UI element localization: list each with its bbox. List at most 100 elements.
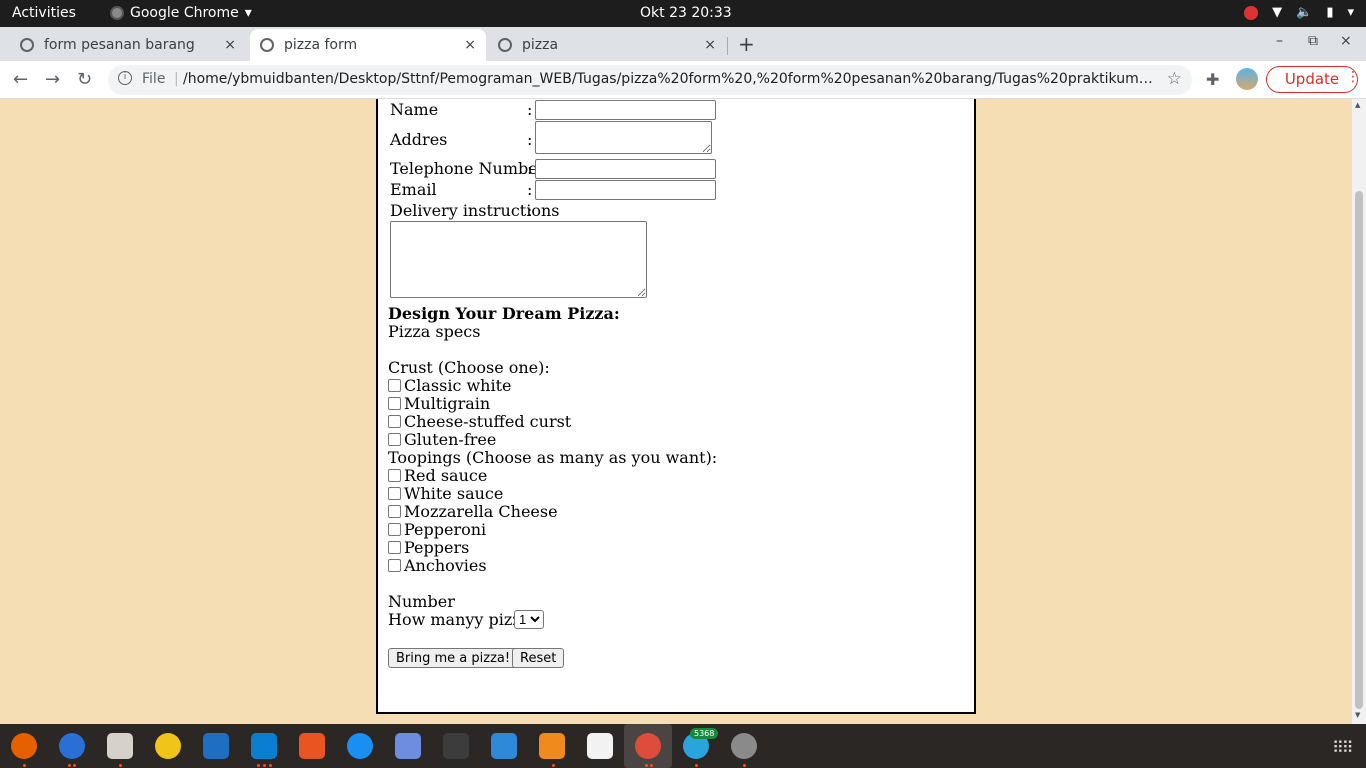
vscode-icon[interactable]: [251, 733, 277, 759]
app-name: Google Chrome: [130, 5, 239, 21]
checkbox[interactable]: [388, 487, 401, 500]
checkbox[interactable]: [388, 433, 401, 446]
topping-option-anchovies[interactable]: Anchovies: [388, 556, 487, 575]
thunderbird-icon[interactable]: [59, 733, 85, 759]
chrome-icon: [110, 6, 124, 20]
topping-option-white-sauce[interactable]: White sauce: [388, 484, 503, 503]
rhythmbox-icon[interactable]: [155, 733, 181, 759]
email-input[interactable]: [535, 180, 716, 200]
update-button[interactable]: Update: [1266, 66, 1358, 93]
tab-label: pizza form: [284, 37, 358, 53]
system-tray[interactable]: ▼ 🔈 ▮ ▾: [1244, 5, 1354, 20]
caret-down-icon[interactable]: ▾: [1347, 5, 1354, 20]
reset-button[interactable]: Reset: [512, 648, 565, 668]
files-icon[interactable]: [107, 733, 133, 759]
checkbox[interactable]: [388, 541, 401, 554]
telephone-input[interactable]: [535, 159, 716, 179]
tab-pizza[interactable]: pizza ×: [488, 29, 726, 61]
topping-option-peppers[interactable]: Peppers: [388, 538, 469, 557]
checkbox[interactable]: [388, 469, 401, 482]
tab-label: pizza: [522, 37, 559, 53]
running-indicator: [695, 764, 698, 767]
writer-icon[interactable]: [203, 733, 229, 759]
screenshot-icon[interactable]: [395, 733, 421, 759]
back-button[interactable]: ←: [13, 69, 28, 90]
activities-button[interactable]: Activities: [12, 5, 76, 21]
name-label: Name: [390, 100, 439, 119]
address-bar[interactable]: i File | /home/ybmuidbanten/Desktop/Sttn…: [108, 65, 1192, 95]
caret-down-icon: ▾: [244, 5, 252, 21]
globe-icon: [20, 38, 34, 52]
running-indicator: [743, 764, 746, 767]
kebab-menu-icon[interactable]: ⋮: [1346, 69, 1360, 85]
address-textarea[interactable]: [535, 121, 712, 154]
checkbox[interactable]: [388, 397, 401, 410]
checkbox[interactable]: [388, 505, 401, 518]
topping-option-red-sauce[interactable]: Red sauce: [388, 466, 487, 485]
topping-option-mozzarella[interactable]: Mozzarella Cheese: [388, 502, 558, 521]
bookmark-star-icon[interactable]: ☆: [1167, 69, 1182, 89]
crust-option-gluten-free[interactable]: Gluten-free: [388, 430, 496, 449]
page-scrollbar[interactable]: ▲ ▼: [1352, 99, 1366, 724]
checkbox[interactable]: [388, 559, 401, 572]
profile-avatar[interactable]: [1236, 68, 1258, 90]
volume-icon[interactable]: 🔈: [1296, 5, 1312, 20]
info-icon[interactable]: i: [118, 71, 132, 85]
window-close-button[interactable]: ×: [1340, 33, 1352, 49]
checkbox[interactable]: [388, 523, 401, 536]
tab-form-pesanan[interactable]: form pesanan barang ×: [10, 29, 246, 61]
number-heading: Number: [388, 592, 455, 611]
tab-pizza-form[interactable]: pizza form ×: [250, 29, 486, 61]
new-tab-button[interactable]: +: [738, 32, 755, 56]
show-applications-grid-icon[interactable]: ⠿⠿: [1332, 738, 1353, 757]
close-icon[interactable]: ×: [704, 37, 716, 53]
name-input[interactable]: [535, 100, 716, 120]
forward-button[interactable]: →: [45, 69, 60, 90]
browser-toolbar: ← → ↻ i File | /home/ybmuidbanten/Deskto…: [0, 61, 1366, 99]
running-indicator: [650, 764, 653, 767]
tab-label: form pesanan barang: [44, 37, 195, 53]
chrome-icon[interactable]: [635, 733, 661, 759]
url-text[interactable]: /home/ybmuidbanten/Desktop/Sttnf/Pemogra…: [183, 71, 1153, 87]
help-icon[interactable]: [347, 733, 373, 759]
running-indicator: [73, 764, 76, 767]
submit-button[interactable]: Bring me a pizza!: [388, 648, 519, 668]
record-icon[interactable]: [1244, 5, 1259, 20]
close-icon[interactable]: ×: [224, 37, 236, 53]
crust-option-cheese-stuffed[interactable]: Cheese-stuffed curst: [388, 412, 571, 431]
vlc-icon[interactable]: [539, 733, 565, 759]
document-icon[interactable]: [587, 733, 613, 759]
page-viewport: Name : Addres : Telephone Number : Email…: [0, 99, 1352, 724]
minimize-button[interactable]: –: [1276, 33, 1283, 49]
clock[interactable]: Okt 23 20:33: [640, 5, 732, 21]
colon: :: [527, 201, 533, 220]
topping-option-pepperoni[interactable]: Pepperoni: [388, 520, 486, 539]
crust-heading: Crust (Choose one):: [388, 358, 550, 377]
colon: :: [527, 159, 533, 178]
scroll-down-arrow-icon[interactable]: ▼: [1355, 711, 1360, 719]
extensions-puzzle-icon[interactable]: ✚: [1206, 70, 1219, 89]
scroll-up-arrow-icon[interactable]: ▲: [1355, 101, 1360, 109]
telegram-unread-badge: 5368: [690, 728, 719, 739]
wifi-icon[interactable]: ▼: [1272, 5, 1282, 20]
checkbox[interactable]: [388, 379, 401, 392]
crust-option-classic-white[interactable]: Classic white: [388, 376, 512, 395]
firefox-icon[interactable]: [11, 733, 37, 759]
reload-button[interactable]: ↻: [77, 69, 92, 90]
battery-icon[interactable]: ▮: [1326, 5, 1333, 20]
software-icon[interactable]: [299, 733, 325, 759]
scrollbar-thumb[interactable]: [1355, 191, 1363, 709]
running-indicator: [552, 764, 555, 767]
app-menu[interactable]: Google Chrome ▾: [110, 5, 252, 21]
colon: :: [527, 180, 533, 199]
running-indicator: [257, 764, 260, 767]
maximize-button[interactable]: ⧉: [1308, 33, 1318, 49]
terminal-icon[interactable]: [443, 733, 469, 759]
quantity-select[interactable]: 1: [514, 610, 544, 629]
delivery-textarea[interactable]: [390, 221, 647, 298]
close-icon[interactable]: ×: [464, 37, 476, 53]
crust-option-multigrain[interactable]: Multigrain: [388, 394, 490, 413]
monitor-icon[interactable]: [491, 733, 517, 759]
settings-icon[interactable]: [731, 733, 757, 759]
checkbox[interactable]: [388, 415, 401, 428]
